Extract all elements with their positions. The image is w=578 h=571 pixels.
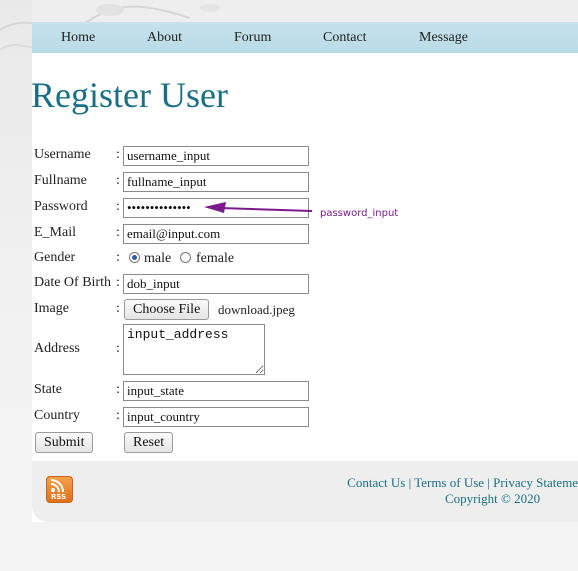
colon: : [116, 301, 120, 316]
colon: : [116, 275, 120, 290]
gender-male-radio[interactable] [129, 252, 140, 263]
submit-button[interactable]: Submit [35, 432, 94, 453]
page-title: Register User [31, 75, 228, 115]
colon: : [116, 250, 120, 265]
address-textarea[interactable]: input_address [123, 324, 265, 375]
nav-about[interactable]: About [147, 30, 182, 46]
colon: : [116, 173, 120, 188]
nav-contact[interactable]: Contact [323, 30, 367, 46]
contact-us-link[interactable]: Contact Us [347, 475, 405, 490]
reset-button[interactable]: Reset [124, 432, 174, 453]
colon: : [116, 341, 120, 356]
footer: RSS Contact Us | Terms of Use | Privacy … [32, 461, 578, 522]
nav-message[interactable]: Message [419, 30, 468, 46]
gender-female-radio[interactable] [180, 252, 191, 263]
dob-label: Date Of Birth [34, 275, 111, 290]
annotation-arrow [204, 202, 313, 213]
colon: : [116, 147, 120, 162]
colon: : [116, 199, 120, 214]
left-decoration [0, 0, 32, 571]
email-label: E_Mail [34, 225, 76, 240]
colon: : [116, 382, 120, 397]
rss-feed-icon [50, 479, 64, 493]
rss-label: RSS [51, 493, 67, 501]
colon: : [116, 225, 120, 240]
colon: : [116, 408, 120, 423]
nav-bar: Home About Forum Contact Message [32, 22, 578, 53]
country-input[interactable] [123, 407, 309, 427]
username-input[interactable] [123, 146, 309, 166]
country-label: Country [34, 408, 80, 423]
address-label: Address [34, 341, 80, 356]
password-label: Password [34, 199, 88, 214]
gender-label: Gender [34, 250, 76, 265]
image-filename: download.jpeg [218, 302, 295, 317]
state-label: State [34, 382, 62, 397]
state-input[interactable] [123, 381, 309, 401]
separator: | [408, 475, 412, 490]
privacy-link[interactable]: Privacy Stateme [493, 475, 578, 490]
footer-links: Contact Us | Terms of Use | Privacy Stat… [347, 475, 578, 491]
nav-forum[interactable]: Forum [234, 30, 271, 46]
password-annotation: password_input [320, 208, 399, 219]
nav-home[interactable]: Home [61, 30, 95, 46]
username-label: Username [34, 147, 91, 162]
rss-icon[interactable]: RSS [46, 476, 73, 503]
fullname-input[interactable] [123, 172, 309, 192]
fullname-label: Fullname [34, 173, 87, 188]
gender-female-label: female [196, 251, 235, 266]
bottom-background [0, 522, 578, 571]
gender-male-label: male [144, 251, 172, 266]
image-label: Image [34, 301, 69, 316]
dob-input[interactable] [123, 274, 309, 294]
choose-file-button[interactable]: Choose File [124, 299, 210, 320]
email-input[interactable] [123, 224, 309, 244]
separator: | [487, 475, 490, 490]
copyright: Copyright © 2020 [445, 491, 541, 506]
terms-link[interactable]: Terms of Use [414, 475, 484, 490]
